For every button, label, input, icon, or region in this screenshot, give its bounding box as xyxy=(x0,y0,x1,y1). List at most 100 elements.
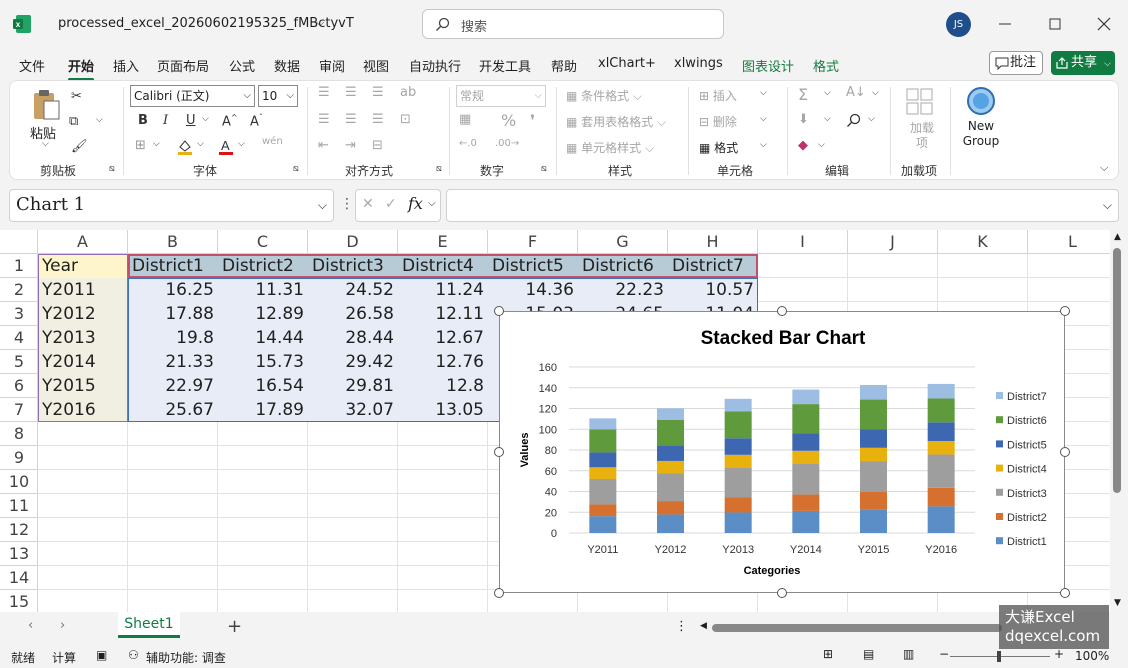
insert-function-icon[interactable]: fx xyxy=(408,194,423,213)
more-options-icon[interactable]: ⋮ xyxy=(675,619,688,634)
table-format-button[interactable]: ▦ 套用表格格式 ⌵ xyxy=(566,113,666,130)
scroll-up-icon[interactable]: ▲ xyxy=(1114,232,1121,242)
cancel-icon[interactable]: ✕ xyxy=(362,196,374,212)
increase-font-icon[interactable]: A^ xyxy=(222,113,238,129)
column-header-b[interactable]: B xyxy=(128,230,218,254)
menu-home[interactable]: 开始 xyxy=(68,56,95,81)
font-name-select[interactable]: Calibri (正文) ⌵ xyxy=(130,85,255,107)
dialog-launcher-icon[interactable]: ⧅ xyxy=(109,164,115,174)
column-header-l[interactable]: L xyxy=(1028,230,1110,254)
paste-icon[interactable] xyxy=(31,89,61,121)
row-header-4[interactable]: 4 xyxy=(0,326,38,350)
avatar[interactable]: JS xyxy=(946,12,971,37)
resize-handle-n[interactable] xyxy=(777,306,787,316)
column-header-c[interactable]: C xyxy=(218,230,308,254)
accessibility-icon[interactable]: ⚇ xyxy=(128,648,139,662)
column-header-k[interactable]: K xyxy=(938,230,1028,254)
row-header-13[interactable]: 13 xyxy=(0,542,38,566)
chevron-down-icon[interactable]: ⌵ xyxy=(96,115,103,125)
chart[interactable]: Stacked Bar Chart 0 20 40 60 80 100 120 140 160 Va… xyxy=(499,311,1065,593)
column-header-e[interactable]: E xyxy=(398,230,488,254)
increase-decimal-icon[interactable]: ←.0 xyxy=(459,138,477,149)
chevron-down-icon[interactable]: ⌵ xyxy=(868,114,875,124)
resize-handle-nw[interactable] xyxy=(494,306,504,316)
bold-icon[interactable]: B xyxy=(138,113,148,128)
border-icon[interactable]: ⊞ xyxy=(135,138,146,153)
increase-indent-icon[interactable]: ⇥ xyxy=(345,138,356,153)
align-left-icon[interactable]: ☰ xyxy=(318,112,330,127)
cell-style-button[interactable]: ▦ 单元格样式 ⌵ xyxy=(566,139,654,156)
chevron-down-icon[interactable]: ⌵ xyxy=(818,140,825,150)
column-header-a[interactable]: A xyxy=(38,230,128,254)
row-header-3[interactable]: 3 xyxy=(0,302,38,326)
chevron-down-icon[interactable]: ⌵ xyxy=(238,139,245,149)
menu-automate[interactable]: 自动执行 xyxy=(409,56,461,75)
format-cells-button[interactable]: ▦ 格式 xyxy=(699,139,738,156)
collapse-ribbon-icon[interactable]: ⌵ xyxy=(1100,161,1108,175)
comma-icon[interactable]: ❜ xyxy=(530,111,535,130)
zoom-out-icon[interactable]: − xyxy=(939,647,949,661)
chevron-down-icon[interactable]: ⌵ xyxy=(760,88,767,98)
column-header-d[interactable]: D xyxy=(308,230,398,254)
cut-icon[interactable]: ✂ xyxy=(71,89,82,104)
orientation-icon[interactable]: ab xyxy=(400,85,416,100)
chevron-down-icon[interactable]: ⌵ xyxy=(318,190,327,220)
menu-xlchart[interactable]: xlChart+ xyxy=(598,56,656,71)
align-right-icon[interactable]: ☰ xyxy=(372,112,384,127)
chevron-down-icon[interactable]: ⌵ xyxy=(824,114,831,124)
document-title[interactable]: processed_excel_20260602195325_fMBctyvT xyxy=(58,16,354,31)
menu-xlwings[interactable]: xlwings xyxy=(674,56,723,71)
vertical-scrollbar[interactable]: ▲ ▼ xyxy=(1110,230,1128,612)
resize-handle-s[interactable] xyxy=(777,588,787,598)
menu-review[interactable]: 审阅 xyxy=(319,56,345,75)
column-header-f[interactable]: F xyxy=(488,230,578,254)
row-header-14[interactable]: 14 xyxy=(0,566,38,590)
row-header-6[interactable]: 6 xyxy=(0,374,38,398)
row-header-7[interactable]: 7 xyxy=(0,398,38,422)
resize-handle-se[interactable] xyxy=(1060,588,1070,598)
zoom-slider-thumb[interactable] xyxy=(997,651,1001,662)
format-painter-icon[interactable]: 🖌 xyxy=(71,139,88,154)
menu-developer[interactable]: 开发工具 xyxy=(479,56,531,75)
menu-file[interactable]: 文件 xyxy=(19,56,45,75)
decrease-indent-icon[interactable]: ⇤ xyxy=(318,138,329,153)
prev-sheet-icon[interactable]: ‹ xyxy=(28,618,33,633)
comments-button[interactable]: 批注 xyxy=(989,51,1043,75)
minimize-icon[interactable] xyxy=(995,14,1015,34)
chevron-down-icon[interactable]: ⌵ xyxy=(202,114,209,124)
chevron-down-icon[interactable]: ⌵ xyxy=(872,88,879,98)
underline-icon[interactable]: U xyxy=(186,113,196,128)
scroll-left-icon[interactable]: ◀ xyxy=(700,621,707,631)
row-header-8[interactable]: 8 xyxy=(0,422,38,446)
new-group-button[interactable]: New Group xyxy=(956,119,1006,149)
status-calculate[interactable]: 计算 xyxy=(52,649,76,666)
font-size-select[interactable]: 10 ⌵ xyxy=(258,85,298,107)
scroll-thumb[interactable] xyxy=(1113,248,1121,493)
decrease-font-icon[interactable]: Aˇ xyxy=(250,113,263,129)
phonetic-icon[interactable]: wén xyxy=(262,136,283,147)
copy-icon[interactable]: ⧉ xyxy=(69,114,78,129)
row-header-1[interactable]: 1 xyxy=(0,254,38,278)
row-header-5[interactable]: 5 xyxy=(0,350,38,374)
column-header-h[interactable]: H xyxy=(668,230,758,254)
add-sheet-icon[interactable]: + xyxy=(227,616,242,637)
accessibility-status[interactable]: 辅助功能: 调查 xyxy=(146,649,226,666)
name-box[interactable]: Chart 1 ⌵ xyxy=(9,189,334,222)
italic-icon[interactable]: I xyxy=(163,113,168,128)
formula-input[interactable]: ⌵ xyxy=(446,189,1119,222)
chevron-down-icon[interactable]: ⌵ xyxy=(42,139,49,149)
new-group-icon[interactable] xyxy=(966,86,996,116)
chevron-down-icon[interactable]: ⌵ xyxy=(153,139,160,149)
zoom-in-icon[interactable]: + xyxy=(1054,647,1064,661)
number-format-select[interactable]: 常规 ⌵ xyxy=(456,85,546,107)
normal-view-icon[interactable]: ⊞ xyxy=(823,647,833,661)
chevron-down-icon[interactable]: ⌵ xyxy=(197,139,204,149)
column-header-g[interactable]: G xyxy=(578,230,668,254)
font-color-icon[interactable]: A xyxy=(217,138,235,156)
resize-handle-ne[interactable] xyxy=(1060,306,1070,316)
next-sheet-icon[interactable]: › xyxy=(60,618,65,633)
dialog-launcher-icon[interactable]: ⧅ xyxy=(436,164,442,174)
menu-page-layout[interactable]: 页面布局 xyxy=(157,56,209,75)
search-box[interactable]: 搜索 xyxy=(422,9,724,39)
find-icon[interactable] xyxy=(846,113,862,129)
